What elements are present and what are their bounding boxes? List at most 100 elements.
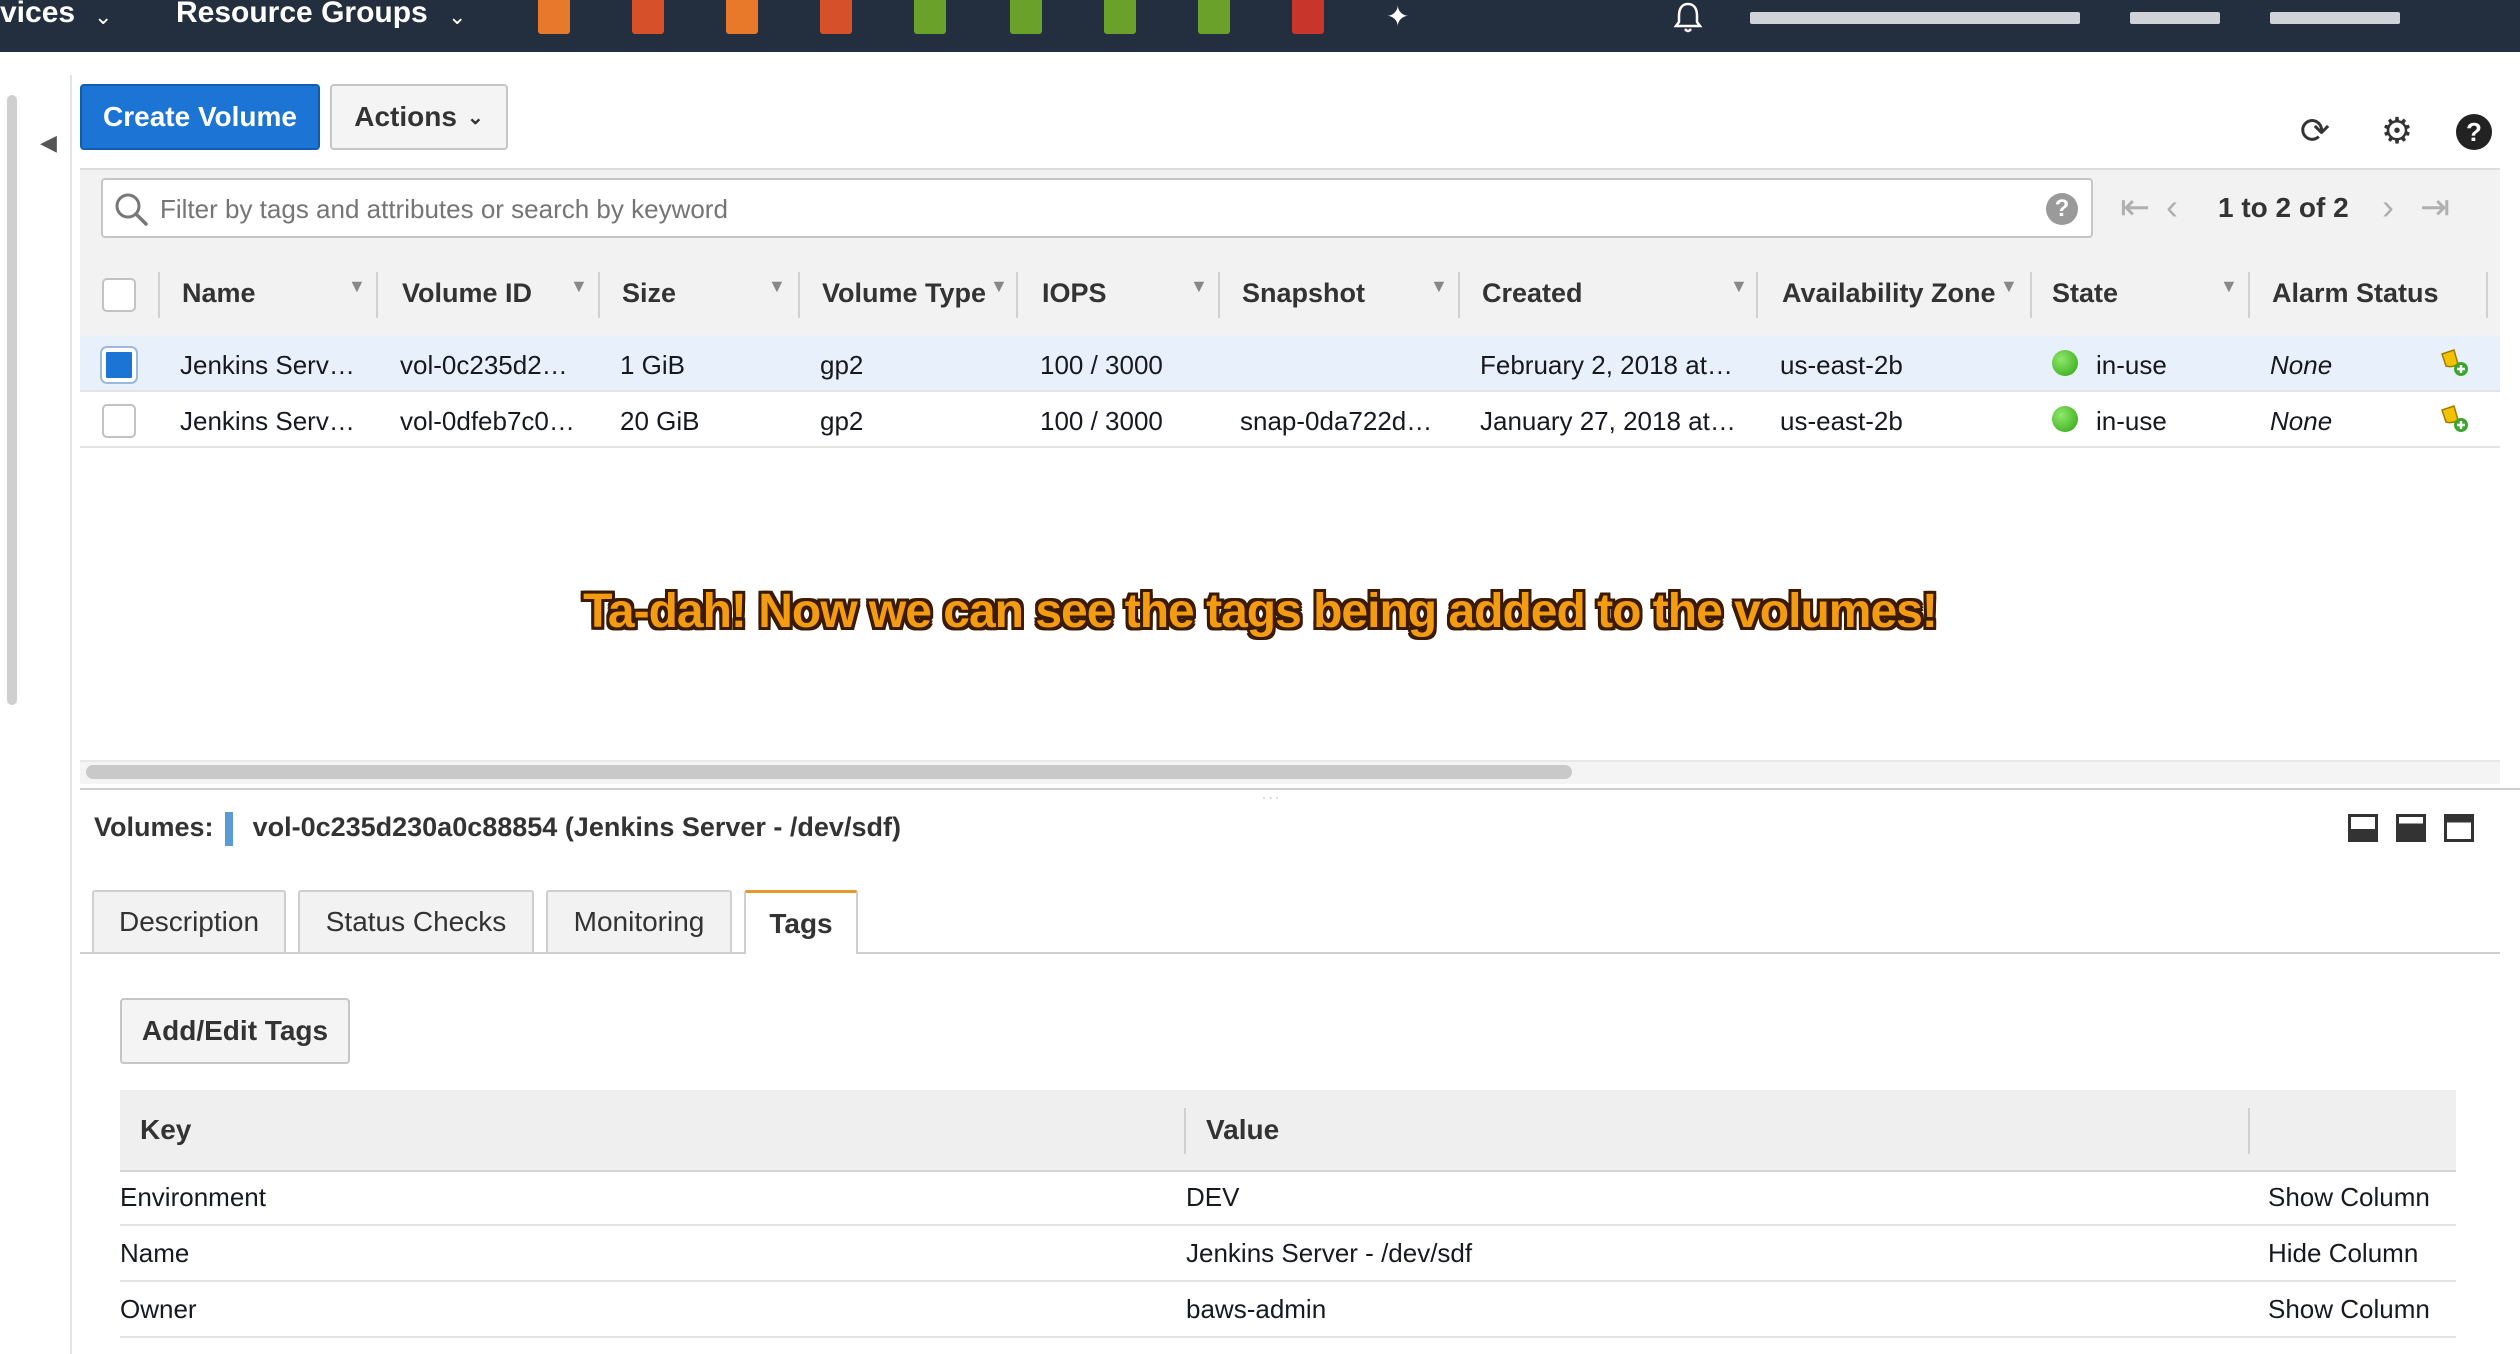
column-header-created[interactable]: Created — [1482, 254, 1583, 336]
column-header-alarm-status[interactable]: Alarm Status — [2272, 254, 2439, 336]
column-divider — [1458, 272, 1460, 318]
bell-icon[interactable] — [1670, 0, 1706, 36]
show-column-link[interactable]: Show Column — [2268, 1294, 2430, 1325]
column-header-availability-zone[interactable]: Availability Zone — [1782, 254, 1996, 336]
column-header-volume-type[interactable]: Volume Type — [822, 254, 986, 336]
cell-volume-type: gp2 — [820, 350, 864, 380]
column-header-iops[interactable]: IOPS — [1042, 254, 1107, 336]
column-divider — [1756, 272, 1758, 318]
add-alarm-icon[interactable] — [2438, 346, 2470, 378]
help-icon[interactable]: ? — [2456, 114, 2492, 150]
cell-volume-type: gp2 — [820, 406, 864, 436]
column-header-name[interactable]: Name — [182, 254, 256, 336]
cell-availability-zone: us-east-2b — [1780, 350, 1903, 380]
cell-size: 20 GiB — [620, 406, 700, 436]
last-page-icon[interactable]: ⇥ — [2420, 186, 2450, 228]
ecs-service-icon[interactable] — [632, 0, 664, 34]
resize-handle-icon[interactable]: ᐧᐧᐧ — [1262, 790, 1302, 806]
previous-page-icon[interactable]: ‹ — [2166, 186, 2178, 228]
first-page-icon[interactable]: ⇤ — [2120, 186, 2150, 228]
sort-caret-icon[interactable]: ▼ — [1730, 276, 1748, 297]
hide-column-link[interactable]: Hide Column — [2268, 1238, 2418, 1269]
cell-created: February 2, 2018 at… — [1480, 350, 1733, 380]
sort-caret-icon[interactable]: ▼ — [1430, 276, 1448, 297]
pin-icon[interactable]: ✦ — [1386, 0, 1409, 33]
search-icon — [115, 193, 148, 226]
cell-volume-id: vol-0c235d2… — [400, 350, 568, 380]
status-ok-icon — [2052, 406, 2078, 432]
column-header-state[interactable]: State — [2052, 254, 2118, 336]
column-divider — [598, 272, 600, 318]
column-divider — [2248, 272, 2250, 318]
cell-state: in-use — [2096, 350, 2167, 380]
cell-created: January 27, 2018 at… — [1480, 406, 1736, 436]
add-edit-tags-button[interactable]: Add/Edit Tags — [120, 998, 350, 1064]
refresh-icon[interactable]: ⟳ — [2294, 110, 2336, 152]
sort-caret-icon[interactable]: ▼ — [1190, 276, 1208, 297]
tab-monitoring[interactable]: Monitoring — [546, 890, 732, 952]
ec2-service-icon[interactable] — [538, 0, 570, 34]
cloudformation-service-icon[interactable] — [1104, 0, 1136, 34]
sort-caret-icon[interactable]: ▼ — [2000, 276, 2018, 297]
services-menu[interactable]: vices — [0, 0, 75, 30]
sort-caret-icon[interactable]: ▼ — [990, 276, 1008, 297]
column-divider — [2030, 272, 2032, 318]
tab-status-checks[interactable]: Status Checks — [298, 890, 534, 952]
resource-groups-menu[interactable]: Resource Groups — [176, 0, 428, 30]
column-header-snapshot[interactable]: Snapshot — [1242, 254, 1365, 336]
tag-key: Name — [120, 1238, 190, 1268]
sidebar-divider — [70, 75, 72, 1354]
cell-availability-zone: us-east-2b — [1780, 406, 1903, 436]
layout-full-icon[interactable] — [2444, 814, 2474, 842]
column-divider — [1218, 272, 1220, 318]
lambda-service-icon[interactable] — [726, 0, 758, 34]
cell-alarm-status: None — [2270, 406, 2333, 436]
tag-key: Environment — [120, 1182, 266, 1212]
codepipeline-service-icon[interactable] — [1010, 0, 1042, 34]
actions-button[interactable]: Actions ⌄ — [330, 84, 508, 150]
codedeploy-service-icon[interactable] — [914, 0, 946, 34]
cell-volume-id: vol-0dfeb7c0… — [400, 406, 575, 436]
horizontal-scrollbar-thumb[interactable] — [86, 765, 1572, 779]
layout-bottom-small-icon[interactable] — [2348, 814, 2378, 842]
cell-snapshot: snap-0da722d… — [1240, 406, 1433, 436]
sort-caret-icon[interactable]: ▼ — [768, 276, 786, 297]
show-column-link[interactable]: Show Column — [2268, 1182, 2430, 1213]
cell-iops: 100 / 3000 — [1040, 350, 1163, 380]
support-menu[interactable] — [2270, 12, 2400, 24]
region-menu[interactable] — [2130, 12, 2220, 24]
cell-state: in-use — [2096, 406, 2167, 436]
sort-caret-icon[interactable]: ▼ — [570, 276, 588, 297]
sort-caret-icon[interactable]: ▼ — [348, 276, 366, 297]
column-header-size[interactable]: Size — [622, 254, 676, 336]
gear-icon[interactable]: ⚙ — [2376, 110, 2418, 152]
cell-name: Jenkins Serv… — [180, 406, 355, 436]
column-header-volume-id[interactable]: Volume ID — [402, 254, 532, 336]
tab-description[interactable]: Description — [92, 890, 286, 952]
annotation-caption: Ta-dah! Now we can see the tags being ad… — [583, 585, 1938, 638]
tab-tags[interactable]: Tags — [744, 890, 858, 954]
search-help-icon[interactable]: ? — [2046, 193, 2078, 225]
sort-caret-icon[interactable]: ▼ — [2220, 276, 2238, 297]
column-header-value: Value — [1206, 1114, 1280, 1145]
search-input[interactable] — [158, 186, 2022, 232]
column-divider — [798, 272, 800, 318]
tag-row — [120, 1170, 2456, 1226]
iam-service-icon[interactable] — [1292, 0, 1324, 34]
tags-table-header — [120, 1090, 2456, 1172]
collapse-sidebar-icon[interactable]: ◀ — [40, 130, 58, 160]
add-alarm-icon[interactable] — [2438, 402, 2470, 434]
tag-value: DEV — [1186, 1182, 1240, 1212]
codecommit-service-icon[interactable] — [1198, 0, 1230, 34]
layout-bottom-half-icon[interactable] — [2396, 814, 2426, 842]
select-all-checkbox[interactable] — [102, 278, 136, 312]
row-checkbox[interactable] — [102, 404, 136, 438]
create-volume-button[interactable]: Create Volume — [80, 84, 320, 150]
actions-label: Actions — [354, 101, 457, 132]
column-divider — [158, 272, 160, 318]
account-menu[interactable] — [1750, 12, 2080, 24]
column-divider — [2486, 272, 2488, 318]
row-checkbox[interactable] — [102, 348, 136, 382]
elastic-beanstalk-service-icon[interactable] — [820, 0, 852, 34]
next-page-icon[interactable]: › — [2382, 186, 2394, 228]
